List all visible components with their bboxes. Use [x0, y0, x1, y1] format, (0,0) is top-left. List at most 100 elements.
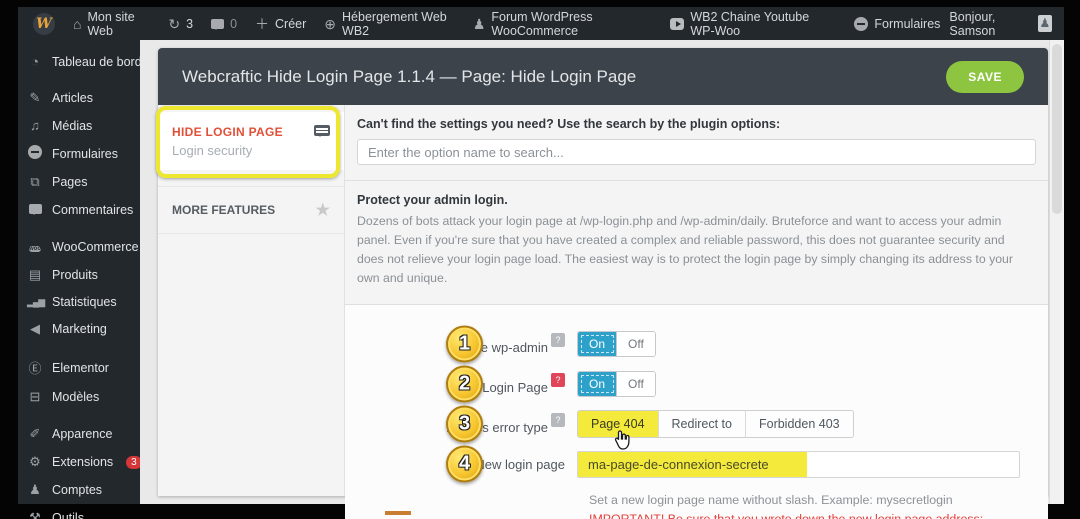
sidebar-label: Modèles — [52, 390, 100, 404]
avatar: ♟ — [1037, 15, 1052, 32]
youtube-icon — [669, 17, 685, 30]
wordpress-logo-icon: W — [33, 12, 55, 35]
updates-count: 3 — [186, 16, 194, 31]
sidebar-item-plugins[interactable]: ⚙ Extensions 3 — [18, 448, 142, 476]
sidebar-item-marketing[interactable]: ◀ Marketing — [18, 315, 140, 343]
sidebar-label: Produits — [52, 268, 98, 282]
toggle-off-button[interactable]: Off — [617, 332, 655, 357]
new-label: Créer — [275, 16, 307, 31]
forum-label: Forum WordPress WooCommerce — [491, 9, 593, 38]
hide-login-page-toggle: On Off — [577, 371, 656, 398]
site-name: Mon site Web — [87, 9, 135, 38]
comments-count: 0 — [230, 16, 238, 31]
admin-bar-comments[interactable]: 0 — [202, 7, 246, 40]
window-edge-artifact — [385, 511, 411, 515]
admin-bar-hosting-link[interactable]: ⊕ Hébergement Web WB2 — [315, 7, 464, 40]
admin-bar-new[interactable]: ＋ Créer — [246, 7, 315, 40]
toggle-on-button[interactable]: On — [578, 332, 618, 357]
youtube-label: WB2 Chaine Youtube WP-Woo — [690, 9, 810, 38]
sidebar-label: Apparence — [52, 427, 113, 441]
wp-logo[interactable]: W — [24, 7, 64, 40]
sidebar-item-appearance[interactable]: ✐ Apparence — [18, 420, 140, 448]
access-error-type-group: Page 404 Redirect to Forbidden 403 — [577, 410, 854, 439]
elementor-icon: Ⓔ — [28, 361, 42, 376]
home-icon: ⌂ — [73, 15, 82, 32]
intro-body: Dozens of bots attack your login page at… — [357, 214, 1013, 286]
forms-icon — [854, 16, 869, 31]
star-icon: ★ — [315, 202, 330, 219]
option-search-input[interactable] — [357, 139, 1036, 165]
help-icon[interactable]: ? — [551, 413, 565, 428]
sidebar-item-elementor[interactable]: Ⓔ Elementor — [18, 352, 140, 383]
nav-item-more-features[interactable]: MORE FEATURES ★ — [158, 186, 344, 234]
pin-icon: ✎ — [29, 90, 41, 105]
sidebar-label: Médias — [52, 118, 93, 133]
sidebar-item-posts[interactable]: ✎ Articles — [18, 84, 140, 112]
admin-bar-account[interactable]: Bonjour, Samson ♟ — [949, 10, 1054, 38]
important-note: IMPORTANT! Be sure that you wrote down t… — [589, 511, 1041, 519]
admin-bar-updates[interactable]: ↻ 3 — [159, 7, 202, 40]
sidebar-label: Extensions — [52, 455, 114, 469]
marketing-icon: ◀ — [30, 321, 40, 336]
search-section: Can't find the settings you need? Use th… — [345, 105, 1048, 181]
intro-section: Protect your admin login. Dozens of bots… — [345, 181, 1048, 306]
sidebar-item-media[interactable]: ♫ Médias — [18, 112, 140, 139]
browser-viewport: W ⌂ Mon site Web ↻ 3 0 ＋ Créer ⊕ Héberge… — [18, 7, 1064, 519]
option-redirect-to[interactable]: Redirect to — [658, 411, 746, 438]
search-label: Can't find the settings you need? Use th… — [357, 117, 781, 131]
sidebar-item-stats[interactable]: ▂▄▆ Statistiques — [18, 289, 140, 315]
help-icon[interactable]: ? — [551, 373, 565, 388]
wp-admin-bar: W ⌂ Mon site Web ↻ 3 0 ＋ Créer ⊕ Héberge… — [18, 7, 1064, 40]
templates-icon: ⊟ — [29, 389, 41, 404]
admin-bar-site[interactable]: ⌂ Mon site Web — [64, 7, 159, 40]
intro-title: Protect your admin login. — [357, 193, 508, 207]
nav-active-subtitle: Login security — [172, 143, 253, 158]
sidebar-item-products[interactable]: ▤ Produits — [18, 261, 140, 289]
admin-bar-forum-link[interactable]: ♟ Forum WordPress WooCommerce — [464, 7, 661, 40]
sidebar-item-forms[interactable]: Formulaires — [18, 139, 140, 168]
media-icon: ♫ — [30, 118, 40, 133]
browser-scrollbar[interactable] — [1049, 40, 1064, 504]
setting-row-hide-wp-admin: 1 Hide wp-admin? On Off — [345, 324, 1048, 364]
plugin-nav: HIDE LOGIN PAGE Login security MORE FEAT… — [156, 105, 345, 496]
sidebar-item-users[interactable]: ♟ Comptes — [18, 476, 140, 504]
sidebar-item-pages[interactable]: ⧉ Pages — [18, 168, 140, 196]
option-forbidden-403[interactable]: Forbidden 403 — [745, 411, 853, 438]
sidebar-item-templates[interactable]: ⊟ Modèles — [18, 383, 140, 411]
setting-row-hide-login-page: 2 Hide Login Page? On Off — [345, 364, 1048, 404]
plugin-settings-card: Webcraftic Hide Login Page 1.1.4 — Page:… — [156, 48, 1048, 519]
save-button[interactable]: SAVE — [946, 60, 1024, 93]
sidebar-label: Comptes — [52, 483, 103, 497]
admin-bar-youtube-link[interactable]: WB2 Chaine Youtube WP-Woo — [661, 7, 846, 40]
sidebar-item-comments[interactable]: Commentaires — [18, 196, 140, 223]
person-icon: ♟ — [472, 15, 486, 32]
comments-icon — [211, 18, 225, 30]
chat-icon — [314, 125, 330, 137]
sidebar-label: Outils — [52, 511, 84, 519]
sidebar-item-tools[interactable]: ⚒ Outils — [18, 504, 140, 519]
sidebar-item-woocommerce[interactable]: woo WooCommerce — [18, 232, 140, 261]
annotation-number-2: 2 — [446, 365, 483, 403]
field-hint: Set a new login page name without slash.… — [589, 492, 1041, 519]
tools-icon: ⚒ — [29, 510, 41, 519]
sidebar-item-dashboard[interactable]: ◔ Tableau de bord — [18, 48, 142, 75]
admin-bar-forms-link[interactable]: Formulaires — [845, 7, 949, 40]
dashboard-icon: ◔ — [31, 54, 39, 69]
hosting-label: Hébergement Web WB2 — [342, 9, 447, 38]
new-login-page-input[interactable]: ma-page-de-connexion-secrete — [577, 450, 1020, 478]
globe-icon: ⊕ — [324, 15, 337, 32]
more-features-label: MORE FEATURES — [172, 203, 276, 217]
users-icon: ♟ — [29, 482, 41, 497]
updates-icon: ↻ — [168, 15, 181, 32]
help-icon[interactable]: ? — [551, 333, 565, 348]
toggle-on-button[interactable]: On — [578, 372, 618, 397]
hint-text: Set a new login page name without slash.… — [589, 493, 953, 508]
sidebar-label: Marketing — [52, 322, 107, 336]
woocommerce-icon: woo — [29, 246, 41, 252]
sidebar-label: Commentaires — [52, 202, 134, 217]
toggle-off-button[interactable]: Off — [617, 372, 655, 397]
scrollbar-thumb[interactable] — [1052, 44, 1062, 214]
annotation-number-4: 4 — [446, 445, 483, 483]
option-page-404[interactable]: Page 404 — [578, 411, 659, 438]
nav-item-hide-login-page[interactable]: HIDE LOGIN PAGE Login security — [156, 106, 344, 178]
